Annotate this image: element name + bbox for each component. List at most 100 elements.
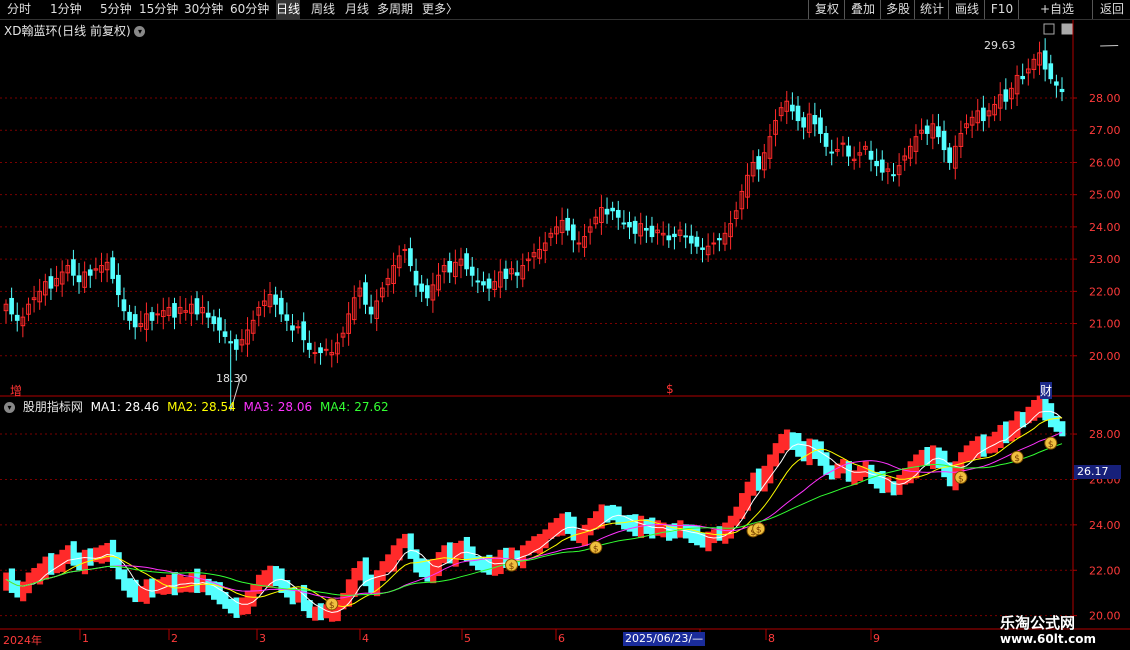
- candle-body: [205, 312, 211, 318]
- indicator-bar: [974, 436, 982, 459]
- indicator-bar: [548, 522, 555, 539]
- indicator-bar: [632, 514, 639, 537]
- candle-body: [700, 247, 705, 250]
- indicator-bar: [783, 429, 791, 451]
- y-tick-label-indicator: 22.00: [1089, 564, 1121, 577]
- indicator-bar: [553, 518, 560, 537]
- indicator-bar: [166, 574, 173, 595]
- tag-dollar: $: [666, 382, 674, 396]
- indicator-bar: [458, 540, 465, 559]
- candle-body: [290, 325, 295, 331]
- candle-body: [711, 242, 717, 245]
- y-tick-label-indicator: 24.00: [1089, 519, 1121, 532]
- indicator-bar: [907, 461, 914, 484]
- candle-body: [683, 235, 688, 238]
- candle-body: [447, 260, 453, 273]
- tag-right: 财: [1040, 382, 1053, 399]
- money-bag-icon-glyph: $: [1014, 454, 1020, 464]
- indicator-bar: [14, 580, 21, 598]
- indicator-bar: [963, 445, 970, 462]
- chevron-down-icon[interactable]: ▾: [134, 26, 146, 37]
- indicator-bar: [171, 572, 178, 596]
- indicator-bar: [42, 556, 49, 580]
- indicator-bar: [59, 549, 66, 572]
- y-tick-label-main: 26.00: [1089, 156, 1121, 169]
- indicator-bar: [727, 515, 735, 539]
- y-tick-label-main: 25.00: [1089, 189, 1121, 202]
- candle-body: [318, 347, 323, 354]
- y-tick-label-indicator: 28.00: [1089, 428, 1121, 441]
- candle-body: [132, 314, 138, 328]
- indicator-bar: [25, 572, 32, 594]
- candle-body: [756, 156, 762, 170]
- indicator-bar: [722, 522, 729, 544]
- candle-body: [717, 238, 722, 241]
- candle-body: [947, 147, 952, 163]
- candle-body: [604, 208, 610, 215]
- indicator-bar: [941, 450, 948, 478]
- candle-body: [194, 298, 200, 315]
- indicator-bar: [317, 603, 324, 621]
- indicator-bar: [710, 529, 718, 544]
- candle-body: [110, 257, 116, 279]
- candle-body: [273, 294, 278, 305]
- indicator-bar: [918, 449, 925, 466]
- y-tick-label-main: 24.00: [1089, 221, 1121, 234]
- indicator-name: 股朋指标网: [22, 400, 83, 414]
- high-marker-line: [1100, 44, 1119, 47]
- ma4-value: 27.62: [354, 400, 389, 414]
- date-label-1: 1: [82, 632, 89, 645]
- candle-body: [486, 278, 492, 289]
- indicator-bar: [570, 516, 577, 541]
- candle-body: [475, 280, 481, 283]
- indicator-bar: [306, 600, 313, 618]
- candle-body: [981, 107, 986, 122]
- chart-canvas[interactable]: 28.00 27.00 26.00 25.00 24.00 23.00 22.00 21.00…: [0, 0, 1130, 650]
- indicator-bar: [705, 531, 712, 552]
- candle-body: [610, 207, 615, 212]
- candle-body: [149, 312, 155, 321]
- candle-body: [868, 150, 874, 160]
- indicator-bar: [104, 543, 111, 562]
- candle-body: [829, 151, 835, 154]
- indicator-title: ▾ 股朋指标网 MA1: 28.46 MA2: 28.54 MA3: 28.06 MA…: [4, 398, 393, 415]
- candle-body: [233, 339, 239, 350]
- candle-body: [1054, 81, 1059, 86]
- indicator-bar: [3, 572, 10, 591]
- chevron-down-icon[interactable]: ▾: [4, 402, 15, 413]
- candle-body: [1003, 89, 1009, 102]
- candle-body: [879, 159, 885, 173]
- indicator-bar: [272, 566, 280, 587]
- low-price-label: 18.30: [216, 372, 248, 385]
- indicator-bar: [497, 549, 504, 575]
- candle-body: [818, 117, 823, 134]
- date-label-8: 8: [768, 632, 775, 645]
- indicator-bar: [390, 545, 397, 572]
- date-label-9: 9: [873, 632, 880, 645]
- candle-body: [228, 341, 234, 344]
- candle-body: [306, 342, 312, 350]
- candle-body: [1059, 88, 1065, 93]
- high-price-label: 29.63: [984, 39, 1016, 52]
- indicator-bar: [688, 524, 695, 544]
- candle-body: [284, 314, 290, 321]
- y-tick-label-main: 21.00: [1089, 318, 1121, 331]
- indicator-bar: [896, 474, 903, 495]
- indicator-bar: [267, 565, 274, 588]
- candle-body: [649, 225, 655, 238]
- selected-date-box: 2025/06/23/—: [623, 632, 706, 646]
- candle-body: [14, 314, 20, 321]
- stock-title: XD翰蓝环(日线 前复权): [4, 24, 131, 38]
- candle-body: [278, 297, 284, 315]
- indicator-bar: [1059, 421, 1066, 437]
- candle-body: [116, 274, 121, 296]
- indicator-bar: [121, 569, 128, 591]
- indicator-bar: [31, 567, 38, 583]
- stock-title-bar: XD翰蓝环(日线 前复权) ▾: [4, 22, 146, 39]
- indicator-bar: [244, 590, 251, 615]
- indicator-bar: [587, 518, 594, 536]
- candle-body: [644, 227, 649, 231]
- indicator-bar: [261, 570, 268, 588]
- indicator-bar: [1047, 403, 1055, 428]
- y-tick-label-main: 27.00: [1089, 124, 1121, 137]
